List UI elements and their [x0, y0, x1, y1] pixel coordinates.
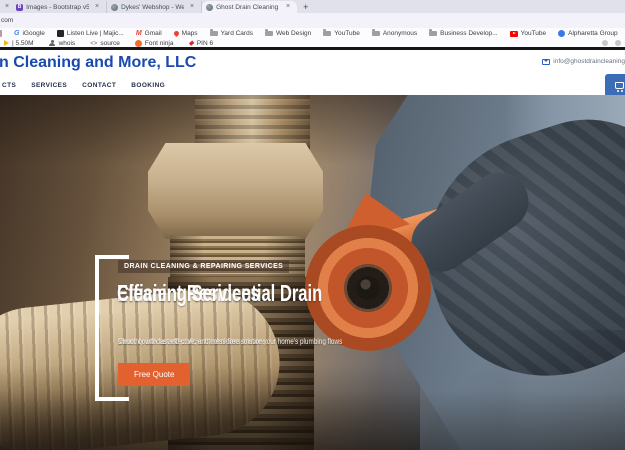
bookmark-label: Maps	[182, 30, 198, 37]
bookmark-igoogle[interactable]: GiGoogle	[14, 30, 45, 37]
bookmark-label: YouTube	[521, 30, 547, 37]
bookmark-label: Anonymous	[383, 30, 417, 37]
tab-title: Dykes' Webshop - Web Servi	[121, 4, 184, 11]
site-nav: CTS SERVICES CONTACT BOOKING	[0, 76, 625, 95]
bootstrap-favicon-icon: B	[16, 4, 23, 11]
bookmark-folder-yard-cards[interactable]: Yard Cards	[210, 30, 253, 37]
bookmarks-bar-row1: GiGoogle Listen Live | Majic... MGmail M…	[0, 28, 625, 39]
bookmark-alpharetta-group[interactable]: Alpharetta Group	[558, 30, 618, 37]
close-tab-icon[interactable]: ×	[283, 1, 293, 13]
bookmark-whois[interactable]: whois	[49, 40, 76, 47]
cart-icon	[615, 82, 624, 89]
bolt-head	[356, 276, 380, 300]
globe-favicon-icon	[111, 4, 118, 11]
tab-images-bootstrap[interactable]: B Images - Bootstrap v5.0 ×	[12, 1, 107, 13]
extension-icons	[602, 39, 621, 47]
contact-email[interactable]: info@ghostdraincleaning.c	[542, 58, 625, 65]
hero-body-line2: smoothly with fast effective, and mess-f…	[118, 335, 268, 348]
folder-icon	[372, 31, 380, 36]
globe-favicon-icon	[206, 4, 213, 11]
code-icon: <>	[90, 40, 97, 47]
tab-title: Ghost Drain Cleaning and M	[216, 4, 280, 11]
bookmark-label: PIN 6	[197, 40, 213, 47]
bookmark-source[interactable]: <>source	[90, 40, 120, 47]
tab-ghost-drain-cleaning[interactable]: Ghost Drain Cleaning and M ×	[202, 1, 297, 13]
map-pin-icon	[173, 30, 180, 37]
nav-item-contact[interactable]: CONTACT	[82, 82, 116, 89]
site-header: n Cleaning and More, LLC info@ghostdrain…	[0, 50, 625, 76]
bookmark-label: Font ninja	[145, 40, 174, 47]
email-text: info@ghostdraincleaning.c	[553, 58, 625, 65]
bookmark-label: Business Develop...	[440, 30, 497, 37]
nav-item-booking[interactable]: BOOKING	[131, 82, 165, 89]
bookmark-label: YouTube	[334, 30, 360, 37]
nav-item-products[interactable]: CTS	[2, 82, 16, 89]
pipe-hex-nut	[148, 143, 323, 239]
bookmark-label: Yard Cards	[221, 30, 253, 37]
cart-button[interactable]	[605, 74, 625, 97]
bookmark-folder-web-design[interactable]: Web Design	[265, 30, 311, 37]
close-tab-icon[interactable]: ×	[187, 1, 197, 13]
hero-bottom-shade	[0, 390, 625, 450]
envelope-icon	[542, 59, 550, 65]
bookmark-label: Listen Live | Majic...	[67, 30, 124, 37]
bookmark-label: Web Design	[276, 30, 311, 37]
folder-icon	[323, 31, 331, 36]
bookmark-label: Gmail	[145, 30, 162, 37]
bookmark-listen-live[interactable]: Listen Live | Majic...	[57, 30, 124, 37]
extension-icon[interactable]	[615, 40, 621, 46]
decor-bracket-top	[95, 255, 129, 259]
decor-bracket-vertical	[95, 255, 99, 401]
bookmark-youtube[interactable]: YouTube	[510, 30, 547, 37]
bookmark-label: | 5.50M	[12, 40, 34, 47]
decor-bracket-bottom	[95, 397, 129, 401]
gmail-icon: M	[136, 30, 142, 37]
nav-item-services[interactable]: SERVICES	[31, 82, 67, 89]
tab-dykes-webshop[interactable]: Dykes' Webshop - Web Servi ×	[107, 1, 202, 13]
gold-arrow-icon	[4, 40, 9, 46]
tab-strip: × B Images - Bootstrap v5.0 × Dykes' Web…	[0, 0, 625, 13]
browser-window: × B Images - Bootstrap v5.0 × Dykes' Web…	[0, 0, 625, 450]
bookmark-label: whois	[59, 40, 76, 47]
hero-eyebrow-label: DRAIN CLEANING & REPAIRING SERVICES	[118, 260, 289, 273]
bookmark-label: iGoogle	[22, 30, 44, 37]
bookmarks-bar-row2: | 5.50M whois <>source Font ninja ◆ PIN 6	[0, 39, 625, 47]
bookmark-folder-business-develop[interactable]: Business Develop...	[429, 30, 497, 37]
red-diamond-icon: ◆	[188, 40, 193, 47]
hero-heading-line2: Cleaning Services	[117, 279, 260, 307]
site-brand[interactable]: n Cleaning and More, LLC	[0, 54, 196, 72]
tab-title: Images - Bootstrap v5.0	[26, 4, 89, 11]
address-bar[interactable]: com	[0, 13, 625, 28]
extension-icon[interactable]	[602, 40, 608, 46]
font-ninja-icon	[135, 40, 142, 47]
folder-icon	[429, 31, 437, 36]
close-tab-icon[interactable]: ×	[2, 1, 12, 13]
pipe-threads	[170, 236, 305, 280]
bookmark-gmail[interactable]: MGmail	[136, 30, 162, 37]
bookmark-folder-youtube[interactable]: YouTube	[323, 30, 360, 37]
hero-section: DRAIN CLEANING & REPAIRING SERVICES Effi…	[0, 95, 625, 450]
bookmark-traffic-stat[interactable]: | 5.50M	[4, 40, 34, 47]
new-tab-button[interactable]: +	[297, 1, 314, 13]
url-text[interactable]: com	[1, 17, 13, 24]
close-tab-icon[interactable]: ×	[92, 1, 102, 13]
free-quote-button[interactable]: Free Quote	[118, 363, 190, 386]
partial-bookmark-icon	[0, 30, 2, 37]
blue-globe-icon	[558, 30, 565, 37]
radio-app-icon	[57, 30, 64, 37]
folder-icon	[265, 31, 273, 36]
bookmark-folder-anonymous[interactable]: Anonymous	[372, 30, 417, 37]
bookmark-font-ninja[interactable]: Font ninja	[135, 40, 174, 47]
bookmark-label: source	[100, 40, 120, 47]
bookmark-label: Alpharetta Group	[568, 30, 618, 37]
youtube-play-icon	[510, 31, 518, 37]
folder-icon	[210, 31, 218, 36]
bookmark-maps[interactable]: Maps	[174, 30, 198, 37]
google-g-icon: G	[14, 30, 19, 37]
person-icon	[49, 40, 56, 47]
bookmark-pin[interactable]: ◆ PIN 6	[188, 40, 213, 47]
